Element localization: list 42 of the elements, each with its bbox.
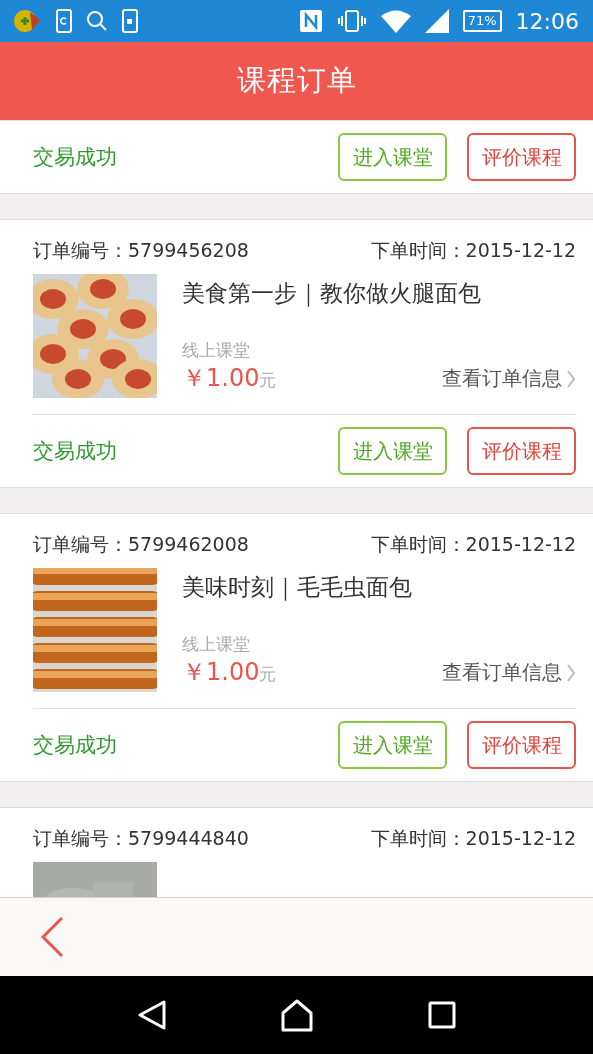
order-number: 订单编号：5799462008 bbox=[33, 532, 249, 557]
enter-class-button[interactable]: 进入课堂 bbox=[338, 721, 447, 769]
app-icon bbox=[12, 8, 42, 34]
course-title: 美食第一步｜教你做火腿面包 bbox=[182, 279, 482, 309]
search-icon bbox=[86, 10, 108, 32]
price: ￥1.00 bbox=[182, 657, 260, 688]
review-course-button[interactable]: 评价课程 bbox=[467, 721, 576, 769]
chevron-right-icon bbox=[566, 368, 576, 389]
course-type: 线上课堂 bbox=[182, 633, 251, 656]
order-time: 下单时间：2015-12-12 bbox=[370, 238, 576, 263]
order-number: 订单编号：5799444840 bbox=[33, 826, 249, 851]
review-course-button[interactable]: 评价课程 bbox=[467, 427, 576, 475]
price: ￥1.00 bbox=[182, 363, 260, 394]
order-time: 下单时间：2015-12-12 bbox=[370, 826, 576, 851]
order-status: 交易成功 bbox=[33, 144, 118, 171]
phone-icon bbox=[122, 9, 138, 33]
wifi-icon bbox=[380, 9, 411, 33]
order-details-link[interactable]: 查看订单信息 bbox=[442, 365, 576, 392]
home-icon[interactable] bbox=[280, 998, 315, 1032]
enter-class-button[interactable]: 进入课堂 bbox=[338, 427, 447, 475]
order-status: 交易成功 bbox=[33, 438, 118, 465]
order-status: 交易成功 bbox=[33, 732, 118, 759]
order-number: 订单编号：5799456208 bbox=[33, 238, 249, 263]
course-title: 美味时刻｜毛毛虫面包 bbox=[182, 573, 413, 603]
signal-icon bbox=[424, 9, 449, 33]
price-unit: 元 bbox=[259, 663, 277, 686]
chevron-right-icon bbox=[566, 662, 576, 683]
phone-refresh-icon bbox=[56, 9, 72, 33]
order-time: 下单时间：2015-12-12 bbox=[370, 532, 576, 557]
page-title: 课程订单 bbox=[236, 62, 357, 99]
recents-icon[interactable] bbox=[428, 1001, 457, 1029]
vibrate-icon bbox=[336, 9, 367, 33]
back-icon[interactable] bbox=[136, 999, 167, 1031]
nfc-icon bbox=[298, 9, 323, 33]
course-type: 线上课堂 bbox=[182, 339, 251, 362]
clock-time: 12:06 bbox=[515, 8, 579, 34]
review-course-button[interactable]: 评价课程 bbox=[467, 133, 576, 181]
price-unit: 元 bbox=[259, 369, 277, 392]
back-button[interactable] bbox=[40, 916, 64, 958]
enter-class-button[interactable]: 进入课堂 bbox=[338, 133, 447, 181]
battery-level: 71% bbox=[462, 10, 502, 32]
order-details-link[interactable]: 查看订单信息 bbox=[442, 659, 576, 686]
